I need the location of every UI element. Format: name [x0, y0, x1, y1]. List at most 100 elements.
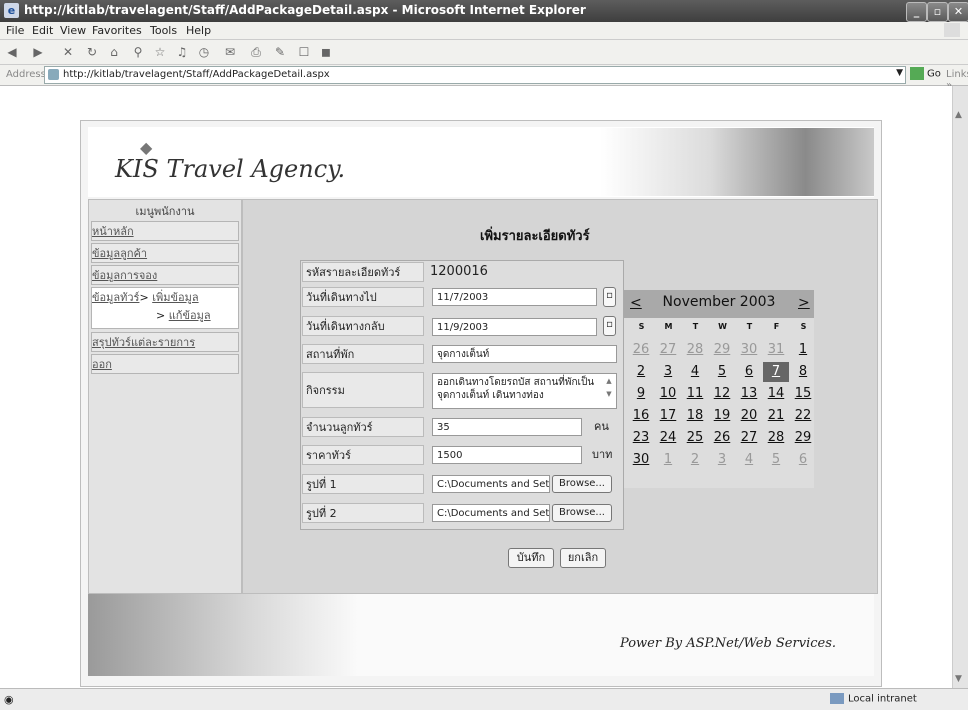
media-icon[interactable]: ♫: [174, 44, 190, 60]
return-date-input[interactable]: 11/9/2003: [432, 318, 597, 336]
save-button[interactable]: บันทึก: [508, 548, 554, 568]
vertical-scrollbar[interactable]: ▲ ▼: [952, 86, 968, 688]
activity-textarea[interactable]: ออกเดินทางโดยรถบัส สถานที่พักเป็นจุดกางเ…: [432, 373, 617, 409]
print-icon[interactable]: ⎙: [248, 44, 264, 60]
picture2-input[interactable]: C:\Documents and Settings: [432, 504, 550, 522]
close-button[interactable]: ✕: [948, 2, 968, 22]
calendar-day[interactable]: 23: [628, 428, 654, 448]
scroll-down-icon[interactable]: ▼: [955, 674, 962, 684]
forward-icon[interactable]: ▶: [30, 44, 46, 60]
calendar-day[interactable]: 9: [628, 384, 654, 404]
calendar-day[interactable]: 29: [790, 428, 816, 448]
calendar-day[interactable]: 11: [682, 384, 708, 404]
calendar-day[interactable]: 6: [736, 362, 762, 382]
calendar-day[interactable]: 22: [790, 406, 816, 426]
scroll-up-icon[interactable]: ▲: [955, 110, 962, 120]
stop-icon[interactable]: ✕: [60, 44, 76, 60]
history-icon[interactable]: ◷: [196, 44, 212, 60]
messenger-icon[interactable]: ◼: [318, 44, 334, 60]
calendar-month: November 2003: [662, 294, 776, 310]
depart-date-input[interactable]: 11/7/2003: [432, 288, 597, 306]
calendar-day[interactable]: 16: [628, 406, 654, 426]
calendar-day[interactable]: 26: [628, 340, 654, 360]
calendar-day[interactable]: 27: [736, 428, 762, 448]
sidebar-link-edit-tour[interactable]: แก้ข้อมูล: [169, 309, 211, 322]
home-icon[interactable]: ⌂: [106, 44, 122, 60]
discuss-icon[interactable]: ☐: [296, 44, 312, 60]
calendar-day[interactable]: 21: [763, 406, 789, 426]
refresh-icon[interactable]: ↻: [84, 44, 100, 60]
tourists-input[interactable]: 35: [432, 418, 582, 436]
calendar-day[interactable]: 28: [682, 340, 708, 360]
return-calendar-button[interactable]: ▫: [603, 316, 616, 336]
sidebar-link-bookings[interactable]: ข้อมูลการจอง: [92, 269, 157, 282]
menu-favorites[interactable]: Favorites: [92, 24, 142, 37]
go-button[interactable]: Go: [910, 67, 941, 80]
back-icon[interactable]: ◀: [4, 44, 20, 60]
calendar-day[interactable]: 30: [736, 340, 762, 360]
calendar-day[interactable]: 18: [682, 406, 708, 426]
menu-file[interactable]: File: [6, 24, 24, 37]
sidebar-link-add-tour[interactable]: เพิ่มข้อมูล: [152, 291, 198, 304]
mail-icon[interactable]: ✉: [222, 44, 238, 60]
calendar-next-button[interactable]: >: [798, 295, 810, 311]
calendar-day[interactable]: 28: [763, 428, 789, 448]
minimize-button[interactable]: _: [906, 2, 927, 22]
menu-tools[interactable]: Tools: [150, 24, 177, 37]
sidebar-link-tours[interactable]: ข้อมูลทัวร์: [92, 291, 139, 304]
depart-calendar-button[interactable]: ▫: [603, 287, 616, 307]
calendar-prev-button[interactable]: <: [630, 295, 642, 311]
calendar-day[interactable]: 17: [655, 406, 681, 426]
textarea-scroll-icon[interactable]: ▲ ▼: [603, 375, 615, 403]
sidebar-link-summary[interactable]: สรุปทัวร์แต่ละรายการ: [92, 336, 195, 349]
address-input[interactable]: http://kitlab/travelagent/Staff/AddPacka…: [44, 66, 906, 84]
menu-view[interactable]: View: [60, 24, 86, 37]
calendar-day-selected[interactable]: 7: [763, 362, 789, 382]
calendar-day[interactable]: 5: [763, 450, 789, 470]
lodging-input[interactable]: จุดกางเต็นท์: [432, 345, 617, 363]
calendar-day[interactable]: 19: [709, 406, 735, 426]
price-label: ราคาทัวร์: [302, 445, 424, 465]
calendar-day[interactable]: 12: [709, 384, 735, 404]
calendar-day[interactable]: 14: [763, 384, 789, 404]
calendar-day[interactable]: 6: [790, 450, 816, 470]
lodging-label: สถานที่พัก: [302, 344, 424, 364]
calendar-day[interactable]: 30: [628, 450, 654, 470]
calendar-day[interactable]: 4: [682, 362, 708, 382]
calendar-day[interactable]: 8: [790, 362, 816, 382]
sidebar-link-logout[interactable]: ออก: [92, 358, 112, 371]
sidebar-item-customers: ข้อมูลลูกค้า: [91, 243, 239, 263]
favorites-icon[interactable]: ☆: [152, 44, 168, 60]
calendar-day[interactable]: 27: [655, 340, 681, 360]
calendar-day[interactable]: 13: [736, 384, 762, 404]
cancel-button[interactable]: ยกเลิก: [560, 548, 606, 568]
menu-help[interactable]: Help: [186, 24, 211, 37]
picture1-browse-button[interactable]: Browse...: [552, 475, 612, 493]
calendar-day[interactable]: 10: [655, 384, 681, 404]
price-input[interactable]: 1500: [432, 446, 582, 464]
edit-icon[interactable]: ✎: [272, 44, 288, 60]
calendar-day[interactable]: 29: [709, 340, 735, 360]
calendar-day[interactable]: 2: [628, 362, 654, 382]
calendar-day[interactable]: 3: [655, 362, 681, 382]
calendar-day[interactable]: 2: [682, 450, 708, 470]
calendar-day[interactable]: 25: [682, 428, 708, 448]
calendar-day[interactable]: 4: [736, 450, 762, 470]
calendar-day[interactable]: 1: [790, 340, 816, 360]
maximize-button[interactable]: ▫: [927, 2, 948, 22]
picture1-input[interactable]: C:\Documents and Settings: [432, 475, 550, 493]
sidebar-link-customers[interactable]: ข้อมูลลูกค้า: [92, 247, 147, 260]
calendar-day[interactable]: 26: [709, 428, 735, 448]
sidebar-link-home[interactable]: หน้าหลัก: [92, 225, 134, 238]
calendar-day[interactable]: 31: [763, 340, 789, 360]
calendar-day[interactable]: 5: [709, 362, 735, 382]
search-icon[interactable]: ⚲: [130, 44, 146, 60]
calendar-day[interactable]: 3: [709, 450, 735, 470]
calendar-day[interactable]: 20: [736, 406, 762, 426]
chevron-down-icon[interactable]: ▼: [896, 68, 903, 78]
menu-edit[interactable]: Edit: [32, 24, 53, 37]
calendar-day[interactable]: 1: [655, 450, 681, 470]
picture2-browse-button[interactable]: Browse...: [552, 504, 612, 522]
calendar-day[interactable]: 15: [790, 384, 816, 404]
calendar-day[interactable]: 24: [655, 428, 681, 448]
